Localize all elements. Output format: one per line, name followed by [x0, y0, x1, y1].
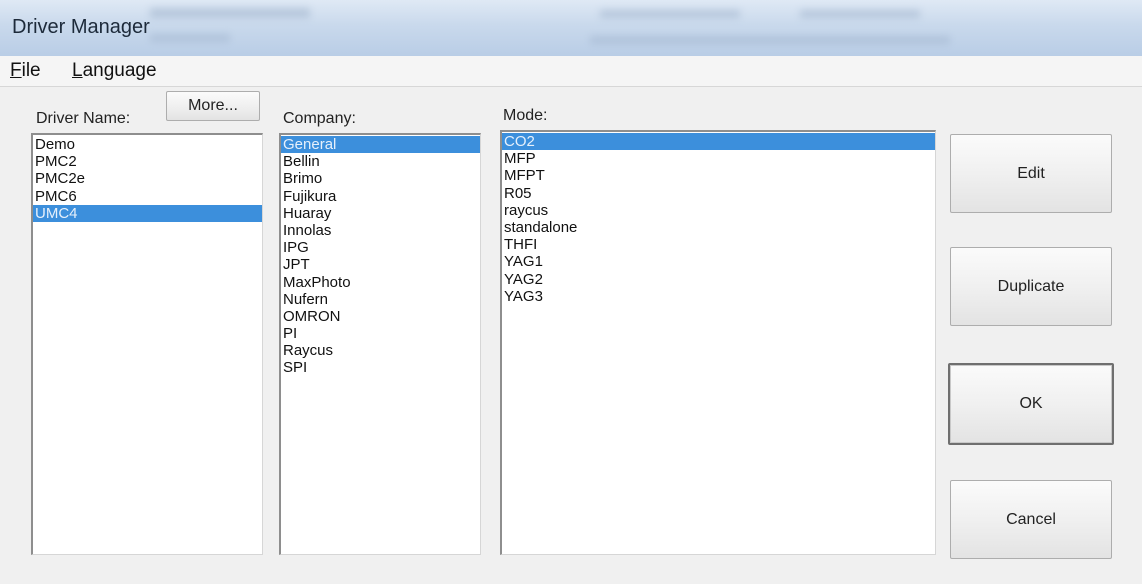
driver-name-list[interactable]: Demo PMC2 PMC2e PMC6 UMC4: [31, 133, 263, 555]
mode-list-item[interactable]: raycus: [502, 202, 935, 219]
menu-bar: File Language: [0, 56, 1142, 87]
company-list-item[interactable]: Huaray: [281, 205, 480, 222]
company-list-item[interactable]: Fujikura: [281, 188, 480, 205]
ok-button[interactable]: OK: [948, 363, 1114, 445]
driver-name-label: Driver Name:: [36, 110, 131, 127]
duplicate-button[interactable]: Duplicate: [950, 247, 1112, 326]
driver-list-item[interactable]: Demo: [33, 136, 262, 153]
driver-list-item[interactable]: PMC2e: [33, 170, 262, 187]
company-list-item[interactable]: Bellin: [281, 153, 480, 170]
menu-language-label: anguage: [82, 60, 157, 81]
menu-language[interactable]: Language: [72, 60, 157, 82]
title-bar-background-blur: [150, 34, 230, 42]
driver-manager-window: Driver Manager File Language Driver Name…: [0, 0, 1142, 584]
mode-list-item[interactable]: THFI: [502, 236, 935, 253]
company-list-item[interactable]: OMRON: [281, 308, 480, 325]
driver-list-item[interactable]: PMC2: [33, 153, 262, 170]
mode-list-item[interactable]: R05: [502, 185, 935, 202]
mode-list[interactable]: CO2 MFP MFPT R05 raycus standalone THFI YAG1 YAG…: [500, 130, 936, 555]
company-list-item[interactable]: Innolas: [281, 222, 480, 239]
menu-file-label: ile: [21, 60, 41, 81]
more-button[interactable]: More...: [166, 91, 260, 121]
driver-list-item[interactable]: PMC6: [33, 188, 262, 205]
mode-list-item[interactable]: CO2: [502, 133, 935, 151]
mode-label: Mode:: [503, 107, 548, 124]
mode-list-item[interactable]: YAG3: [502, 288, 935, 305]
cancel-button[interactable]: Cancel: [950, 480, 1112, 559]
company-list-item[interactable]: JPT: [281, 256, 480, 273]
menu-language-mnemonic: L: [72, 60, 83, 81]
company-list[interactable]: General Bellin Brimo Fujikura Huaray Innolas I…: [279, 133, 481, 555]
window-title: Driver Manager: [12, 16, 150, 38]
mode-list-item[interactable]: YAG1: [502, 253, 935, 270]
title-bar-background-blur: [590, 36, 950, 44]
driver-list-item[interactable]: UMC4: [33, 204, 262, 222]
mode-list-item[interactable]: MFP: [502, 150, 935, 167]
company-list-item[interactable]: IPG: [281, 239, 480, 256]
mode-list-item[interactable]: standalone: [502, 219, 935, 236]
title-bar-background-blur: [800, 10, 920, 18]
mode-list-item[interactable]: YAG2: [502, 271, 935, 288]
company-list-item[interactable]: MaxPhoto: [281, 274, 480, 291]
company-list-item[interactable]: Brimo: [281, 170, 480, 187]
menu-file-mnemonic: F: [10, 60, 22, 81]
company-list-item[interactable]: General: [281, 136, 480, 154]
company-label: Company:: [283, 110, 356, 127]
company-list-item[interactable]: Nufern: [281, 291, 480, 308]
title-bar-background-blur: [600, 10, 740, 18]
mode-list-item[interactable]: MFPT: [502, 167, 935, 184]
title-bar-background-blur: [150, 8, 310, 18]
company-list-item[interactable]: Raycus: [281, 342, 480, 359]
company-list-item[interactable]: SPI: [281, 359, 480, 376]
edit-button[interactable]: Edit: [950, 134, 1112, 213]
title-bar[interactable]: Driver Manager: [0, 0, 1142, 57]
company-list-item[interactable]: PI: [281, 325, 480, 342]
menu-file[interactable]: File: [10, 60, 41, 82]
